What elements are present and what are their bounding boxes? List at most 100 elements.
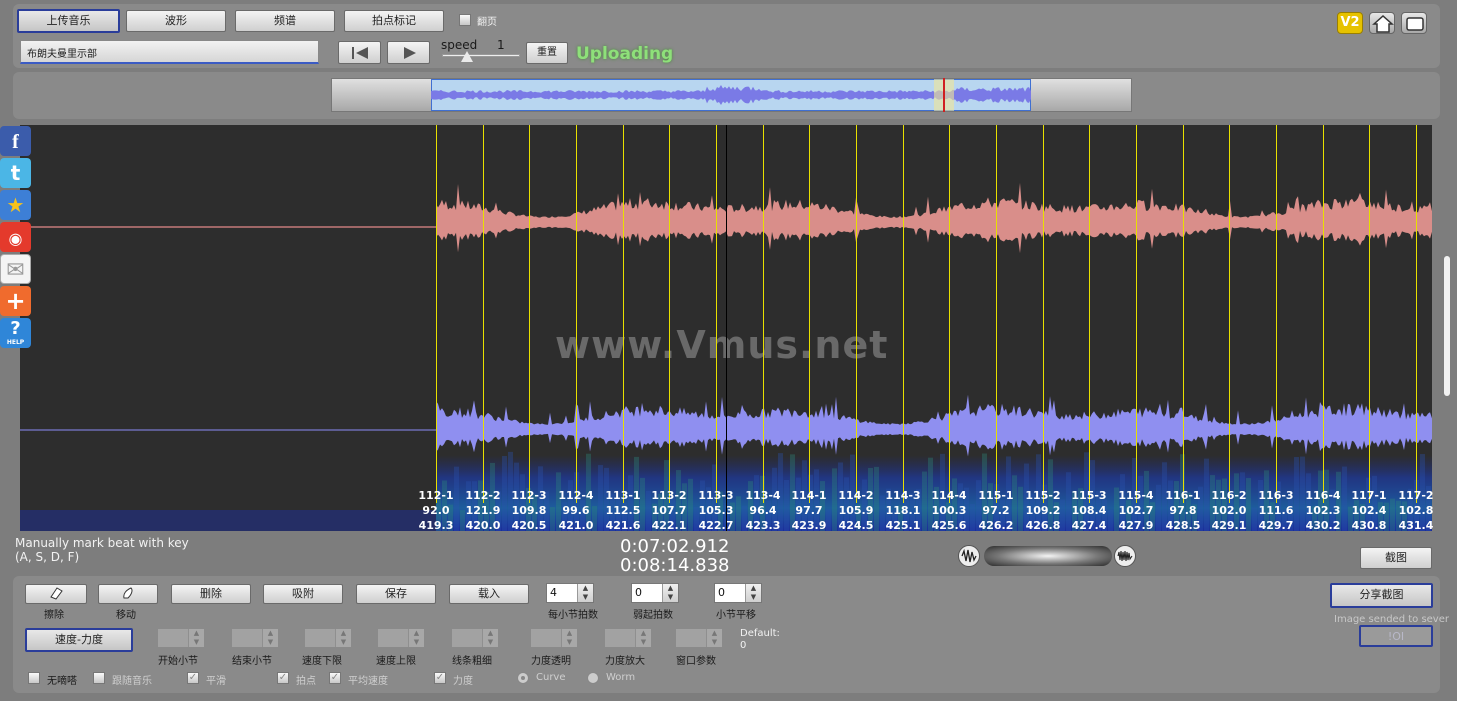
delete-button[interactable]: 删除 (171, 584, 251, 604)
stepper-arrows-icon[interactable]: ▲ ▼ (561, 629, 577, 647)
beat-line[interactable] (1183, 125, 1184, 503)
playhead-line[interactable] (726, 125, 727, 531)
tempo-force-button[interactable]: 速度-力度 (25, 628, 133, 652)
end-bar-stepper[interactable]: ▲ ▼ (231, 628, 279, 648)
no-tick-checkbox[interactable] (28, 672, 40, 684)
facebook-share-button[interactable]: f (0, 126, 31, 156)
song-title-field[interactable]: 布朗夫曼里示部 (20, 40, 319, 64)
force-zoom-stepper[interactable]: ▲ ▼ (604, 628, 652, 648)
beat-line[interactable] (669, 125, 670, 503)
force-checkbox[interactable]: ✓ (434, 672, 446, 684)
tempo-lower-stepper[interactable]: ▲ ▼ (304, 628, 352, 648)
beat-tempo: 108.4 (1071, 504, 1107, 517)
average-tempo-checkbox[interactable]: ✓ (329, 672, 341, 684)
zoom-track[interactable] (984, 546, 1112, 566)
zoom-slider[interactable] (958, 545, 1136, 567)
beat-line[interactable] (1043, 125, 1044, 503)
home-button[interactable] (1369, 12, 1395, 34)
tab-spectrum[interactable]: 频谱 (235, 10, 335, 32)
beat-time: 429.1 (1211, 519, 1247, 532)
favorite-share-button[interactable]: ★ (0, 190, 31, 220)
help-button[interactable]: ? HELP (0, 318, 31, 348)
fullscreen-button[interactable] (1401, 12, 1427, 34)
beat-line[interactable] (763, 125, 764, 503)
beat-line[interactable] (436, 125, 437, 503)
zoom-in-button[interactable] (1114, 545, 1136, 567)
more-share-button[interactable]: + (0, 286, 31, 316)
stepper-arrows-icon[interactable]: ▲ ▼ (335, 629, 351, 647)
stepper-arrows-icon[interactable]: ▲ ▼ (482, 629, 498, 647)
window-param-stepper[interactable]: ▲ ▼ (675, 628, 723, 648)
beat-line[interactable] (529, 125, 530, 503)
stepper-arrows-icon[interactable]: ▲ ▼ (706, 629, 722, 647)
speed-slider-thumb[interactable] (461, 51, 473, 62)
zoom-out-button[interactable] (958, 545, 980, 567)
pickup-beats-stepper[interactable]: 0 ▲ ▼ (631, 583, 679, 603)
play-button[interactable] (387, 41, 430, 64)
version-badge[interactable]: V2 (1337, 12, 1363, 34)
beat-line[interactable] (1089, 125, 1090, 503)
follow-music-checkbox[interactable] (93, 672, 105, 684)
load-button[interactable]: 载入 (449, 584, 529, 604)
curve-radio[interactable] (517, 672, 529, 684)
beat-label: 113-2 (651, 489, 687, 502)
weibo-share-button[interactable]: ◉ (0, 222, 31, 252)
mail-icon: ✉ (6, 258, 25, 283)
beat-line[interactable] (856, 125, 857, 503)
force-label: 力度 (453, 676, 473, 687)
force-alpha-stepper[interactable]: ▲ ▼ (530, 628, 578, 648)
worm-radio[interactable] (587, 672, 599, 684)
smooth-checkbox[interactable]: ✓ (187, 672, 199, 684)
beat-label: 116-2 102.0 429.1 (1211, 488, 1246, 533)
rewind-button[interactable] (338, 41, 381, 64)
beat-line[interactable] (1369, 125, 1370, 503)
help-icon-text: HELP (6, 339, 25, 346)
beat-line[interactable] (623, 125, 624, 503)
stepper-arrows-icon[interactable]: ▲ ▼ (577, 584, 593, 602)
beats-checkbox[interactable]: ✓ (277, 672, 289, 684)
move-label: 移动 (116, 610, 136, 621)
twitter-share-button[interactable]: t (0, 158, 31, 188)
force-zoom-label: 力度放大 (605, 656, 645, 667)
move-button[interactable] (98, 584, 158, 604)
vertical-scrollbar[interactable] (1444, 256, 1450, 396)
overview-playhead[interactable] (943, 78, 945, 112)
beat-line[interactable] (809, 125, 810, 503)
stepper-arrows-icon[interactable]: ▲ ▼ (408, 629, 424, 647)
beat-line[interactable] (1229, 125, 1230, 503)
stepper-arrows-icon[interactable]: ▲ ▼ (262, 629, 278, 647)
save-button[interactable]: 保存 (356, 584, 436, 604)
stepper-arrows-icon[interactable]: ▲ ▼ (635, 629, 651, 647)
beat-line[interactable] (1276, 125, 1277, 503)
line-width-stepper[interactable]: ▲ ▼ (451, 628, 499, 648)
beat-line[interactable] (1136, 125, 1137, 503)
beat-time: 430.8 (1351, 519, 1387, 532)
stepper-arrows-icon[interactable]: ▲ ▼ (188, 629, 204, 647)
reset-speed-button[interactable]: 重置 (526, 42, 568, 64)
beat-line[interactable] (1323, 125, 1324, 503)
beats-per-bar-stepper[interactable]: 4 ▲ ▼ (546, 583, 594, 603)
start-bar-stepper[interactable]: ▲ ▼ (157, 628, 205, 648)
bar-shift-stepper[interactable]: 0 ▲ ▼ (714, 583, 762, 603)
tempo-upper-stepper[interactable]: ▲ ▼ (377, 628, 425, 648)
beat-line[interactable] (996, 125, 997, 503)
erase-button[interactable] (25, 584, 87, 604)
ok-button[interactable]: !OI (1359, 625, 1433, 647)
snap-button[interactable]: 吸附 (263, 584, 343, 604)
beat-line[interactable] (1416, 125, 1417, 503)
stepper-arrows-icon[interactable]: ▲ ▼ (662, 584, 678, 602)
stepper-arrows-icon[interactable]: ▲ ▼ (745, 584, 761, 602)
tab-upload-music[interactable]: 上传音乐 (17, 9, 120, 33)
screenshot-button[interactable]: 截图 (1360, 547, 1432, 569)
beat-line[interactable] (903, 125, 904, 503)
tab-waveform[interactable]: 波形 (126, 10, 226, 32)
share-screenshot-button[interactable]: 分享截图 (1330, 583, 1433, 608)
flip-page-checkbox[interactable] (459, 14, 471, 26)
speed-slider-track[interactable] (442, 54, 520, 57)
email-share-button[interactable]: ✉ (0, 254, 31, 284)
beat-line[interactable] (949, 125, 950, 503)
beat-line[interactable] (483, 125, 484, 503)
beat-line[interactable] (576, 125, 577, 503)
tab-beat-marking[interactable]: 拍点标记 (344, 10, 444, 32)
beat-line[interactable] (716, 125, 717, 503)
